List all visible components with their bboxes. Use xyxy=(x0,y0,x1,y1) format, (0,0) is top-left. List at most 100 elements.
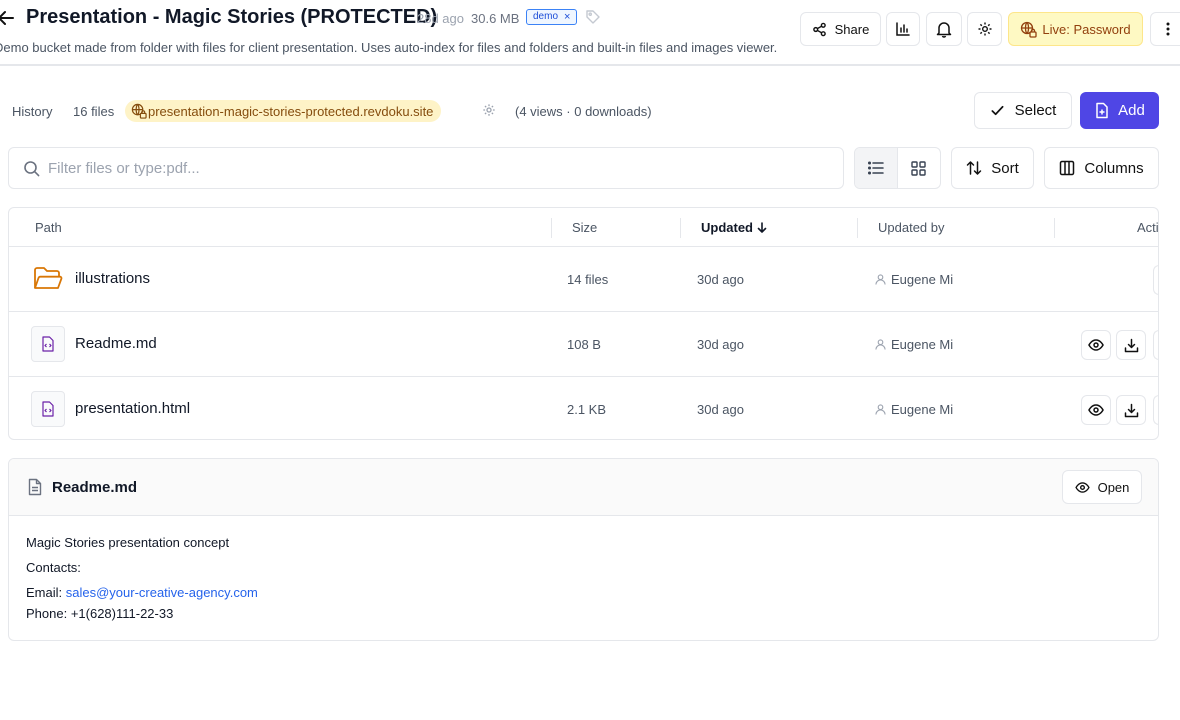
row-updated-by-name: Eugene Mi xyxy=(891,337,954,352)
tag-remove-button[interactable]: × xyxy=(564,10,570,24)
readme-email-line: Email: sales@your-creative-agency.com xyxy=(26,585,258,600)
back-arrow-icon[interactable] xyxy=(0,8,16,28)
sort-label: Sort xyxy=(991,159,1019,177)
email-label: Email: xyxy=(26,585,66,600)
select-button[interactable]: Select xyxy=(974,92,1072,129)
sort-desc-icon xyxy=(757,222,767,233)
more-menu-button[interactable] xyxy=(1150,12,1180,46)
columns-button[interactable]: Columns xyxy=(1044,147,1159,189)
grid-view-button[interactable] xyxy=(898,148,941,188)
folder-open-icon xyxy=(31,261,65,297)
live-password-button[interactable]: Live: Password xyxy=(1008,12,1143,46)
preview-button[interactable] xyxy=(1081,330,1111,360)
page-header: Presentation - Magic Stories (PROTECTED)… xyxy=(0,0,1180,66)
row-size: 14 files xyxy=(567,272,609,287)
add-button[interactable]: Add xyxy=(1080,92,1159,129)
site-settings-icon[interactable] xyxy=(482,103,496,117)
more-vertical-icon xyxy=(1166,21,1170,37)
readme-header: Readme.md Open xyxy=(9,459,1158,516)
sort-button[interactable]: Sort xyxy=(951,147,1034,189)
preview-button[interactable] xyxy=(1081,395,1111,425)
table-header: Path Size Updated Updated by Actions xyxy=(9,208,1158,247)
download-icon xyxy=(1124,338,1139,353)
add-file-icon xyxy=(1094,102,1110,119)
document-icon xyxy=(27,478,43,496)
share-button[interactable]: Share xyxy=(800,12,881,46)
table-row[interactable]: Readme.md 108 B 30d ago Eugene Mi xyxy=(9,312,1158,377)
row-name[interactable]: Readme.md xyxy=(75,335,157,352)
column-header-updated-by[interactable]: Updated by xyxy=(878,220,945,235)
share-label: Share xyxy=(834,21,870,37)
readme-concept-line: Magic Stories presentation concept xyxy=(26,535,230,550)
site-url: presentation-magic-stories-protected.rev… xyxy=(148,103,434,119)
download-icon xyxy=(1124,403,1139,418)
list-icon xyxy=(867,161,884,175)
readme-contacts-heading: Contacts: xyxy=(26,560,81,575)
column-header-actions: Actions xyxy=(1137,220,1159,235)
table-row[interactable]: presentation.html 2.1 KB 30d ago Eugene … xyxy=(9,377,1158,439)
eye-icon xyxy=(1088,339,1104,351)
sort-arrows-icon xyxy=(966,160,982,176)
row-more-button[interactable] xyxy=(1153,330,1158,360)
column-header-updated-label: Updated xyxy=(701,220,753,235)
share-icon xyxy=(812,22,827,37)
eye-icon xyxy=(1088,404,1104,416)
columns-icon xyxy=(1059,160,1075,176)
column-divider xyxy=(680,218,681,238)
search-input[interactable] xyxy=(48,156,828,180)
live-password-icon xyxy=(1020,21,1038,38)
open-label: Open xyxy=(1097,479,1130,495)
user-icon xyxy=(875,404,886,415)
row-updated: 30d ago xyxy=(697,402,744,417)
row-name[interactable]: illustrations xyxy=(75,270,150,287)
row-size: 108 B xyxy=(567,337,601,352)
files-count: 16 files xyxy=(73,104,115,119)
download-button[interactable] xyxy=(1116,330,1146,360)
bell-icon xyxy=(935,20,953,38)
row-updated-by: Eugene Mi xyxy=(875,402,953,417)
row-more-button[interactable] xyxy=(1153,265,1158,295)
row-size: 2.1 KB xyxy=(567,402,607,417)
column-header-size[interactable]: Size xyxy=(572,220,597,235)
column-divider xyxy=(1054,218,1055,238)
select-label: Select xyxy=(1014,102,1057,119)
user-icon xyxy=(875,339,886,350)
tag-label: demo xyxy=(533,11,559,22)
notifications-button[interactable] xyxy=(926,12,962,46)
readme-title: Readme.md xyxy=(52,479,138,496)
view-stats: (4 views · 0 downloads) xyxy=(515,104,652,119)
search-box xyxy=(8,147,844,189)
open-readme-button[interactable]: Open xyxy=(1062,470,1142,504)
column-header-updated[interactable]: Updated xyxy=(701,220,767,235)
history-link[interactable]: History xyxy=(12,104,52,119)
code-file-icon xyxy=(31,391,65,427)
row-more-button[interactable] xyxy=(1153,395,1158,425)
check-icon xyxy=(990,103,1005,118)
list-view-button[interactable] xyxy=(855,148,898,188)
files-table: Path Size Updated Updated by Actions ill… xyxy=(8,207,1159,440)
settings-button[interactable] xyxy=(967,12,1002,46)
row-updated-by-name: Eugene Mi xyxy=(891,402,954,417)
site-url-badge[interactable]: presentation-magic-stories-protected.rev… xyxy=(125,100,442,122)
grid-icon xyxy=(911,160,926,176)
readme-phone-line: Phone: +1(628)111-22-33 xyxy=(26,606,174,621)
view-mode-toggle xyxy=(854,147,941,189)
globe-lock-icon xyxy=(131,103,147,119)
email-link[interactable]: sales@your-creative-agency.com xyxy=(66,585,258,600)
gear-icon xyxy=(977,21,993,37)
page-title: Presentation - Magic Stories (PROTECTED) xyxy=(26,6,438,28)
tag-icon[interactable] xyxy=(585,9,601,25)
column-header-path[interactable]: Path xyxy=(35,220,62,235)
row-name[interactable]: presentation.html xyxy=(75,400,190,417)
live-password-label: Live: Password xyxy=(1042,21,1131,37)
columns-label: Columns xyxy=(1084,159,1144,177)
bucket-description: Demo bucket made from folder with files … xyxy=(0,40,778,55)
download-button[interactable] xyxy=(1116,395,1146,425)
readme-panel: Readme.md Open Magic Stories presentatio… xyxy=(8,458,1159,641)
table-row[interactable]: illustrations 14 files 30d ago Eugene Mi xyxy=(9,247,1158,312)
column-divider xyxy=(551,218,552,238)
bar-chart-icon xyxy=(895,21,911,37)
eye-icon xyxy=(1074,481,1090,493)
stats-button[interactable] xyxy=(886,12,920,46)
bucket-size: 30.6 MB xyxy=(471,11,520,26)
